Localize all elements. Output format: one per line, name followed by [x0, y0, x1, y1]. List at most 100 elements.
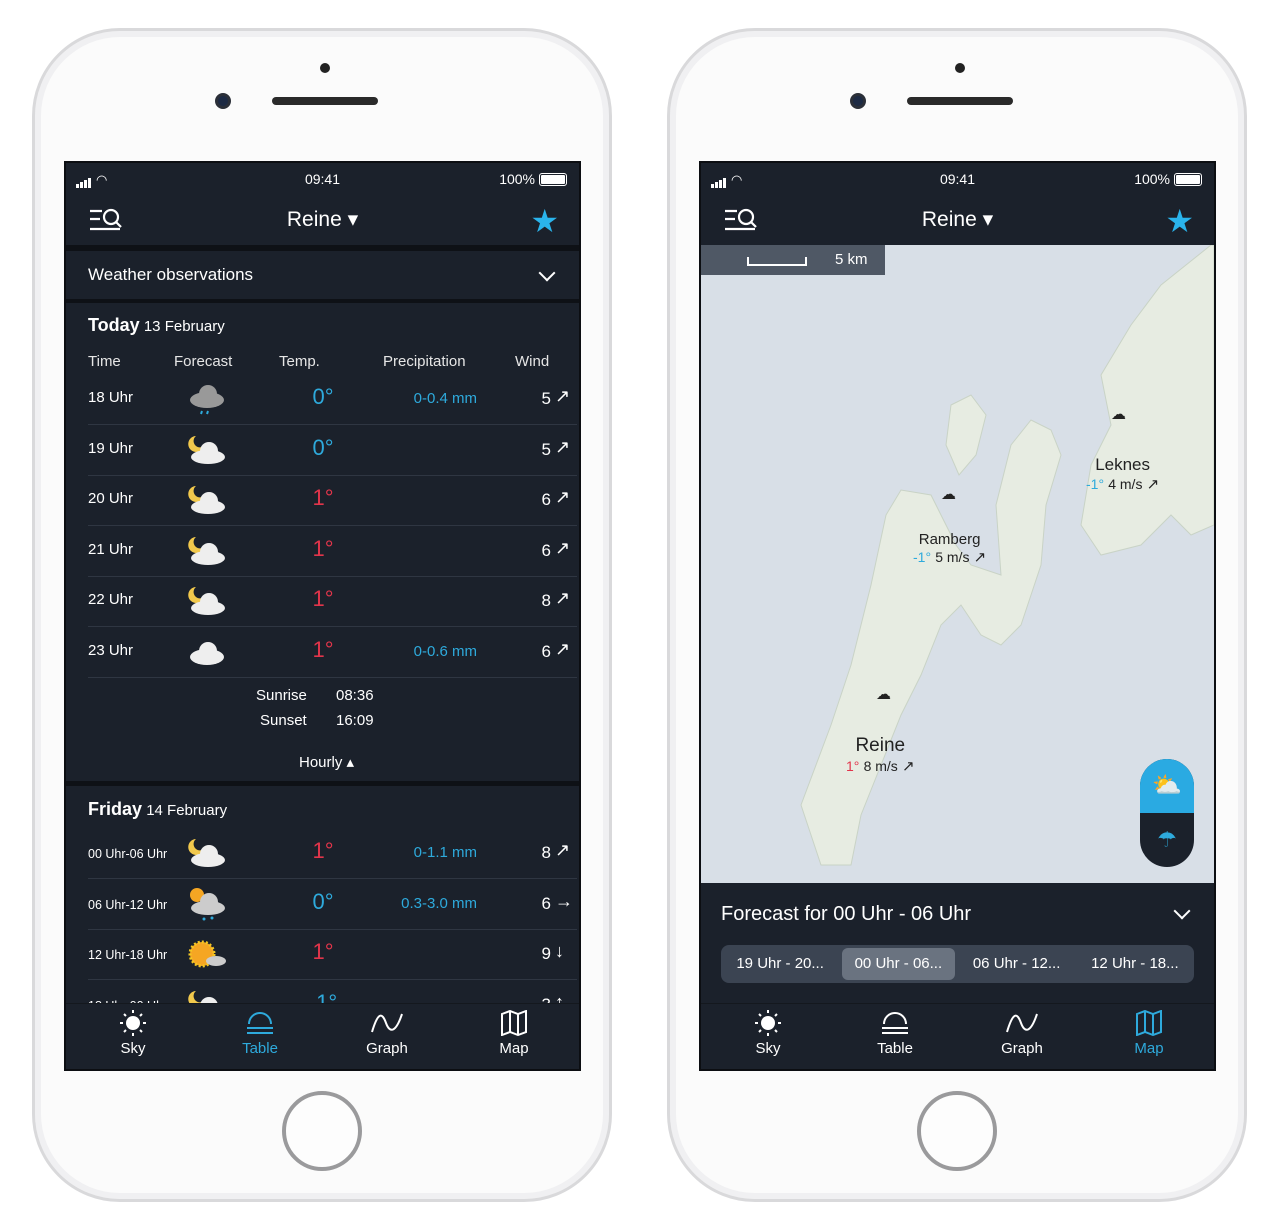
time-segment-control: 19 Uhr - 20... 00 Uhr - 06... 06 Uhr - 12.… — [721, 945, 1194, 983]
hourly-toggle[interactable]: Hourly ▴ — [299, 753, 354, 771]
time-segment[interactable]: 00 Uhr - 06... — [842, 948, 955, 980]
col-precipitation: Precipitation — [383, 353, 466, 370]
rain-cloud-icon — [186, 381, 226, 417]
wind-arrow-icon: ↗ — [555, 386, 571, 406]
time-segment[interactable]: 19 Uhr - 20... — [724, 948, 836, 980]
row-time: 21 Uhr — [88, 540, 134, 558]
row-temp: 1° — [312, 535, 334, 561]
forecast-row[interactable]: 18 Uhr 0° 0-0.4 mm 5 ↗ — [88, 375, 577, 425]
tab-map[interactable]: Map — [469, 1010, 559, 1057]
location-selector[interactable]: Reine ▾ — [66, 207, 579, 232]
row-temp: 1° — [312, 939, 334, 964]
status-bar: ◠ 09:41 100% — [701, 163, 1214, 195]
sunrise-label: Sunrise — [256, 687, 307, 704]
time-segment[interactable]: 12 Uhr - 18... — [1079, 948, 1191, 980]
row-wind: 6 — [541, 540, 551, 560]
col-forecast: Forecast — [174, 353, 233, 370]
row-temp: 1° — [312, 485, 334, 510]
sun-icon — [723, 1010, 813, 1036]
row-precipitation: 0-1.1 mm — [413, 844, 477, 861]
forecast-row[interactable]: 00 Uhr-06 Uhr 1° 0-1.1 mm 8 ↗ — [88, 829, 577, 879]
time-segment[interactable]: 06 Uhr - 12... — [961, 948, 1073, 980]
row-time: 23 Uhr — [88, 641, 134, 659]
graph-icon — [342, 1010, 432, 1036]
weather-observations-toggle[interactable]: Weather observations — [66, 251, 579, 299]
row-time: 20 Uhr — [88, 490, 134, 507]
star-icon[interactable]: ★ — [1165, 202, 1194, 240]
map-scale: 5 km — [701, 245, 885, 275]
row-temp: 1° — [312, 586, 334, 611]
divider — [66, 299, 579, 303]
star-icon[interactable]: ★ — [530, 202, 559, 240]
umbrella-layer-button[interactable]: ☂ — [1140, 813, 1194, 867]
home-button[interactable] — [282, 1091, 362, 1171]
table-icon — [850, 1010, 940, 1036]
forecast-row[interactable]: 12 Uhr-18 Uhr 1° 9 ↓ — [88, 930, 577, 980]
map-screen: ◠ 09:41 100% Reine ▾ ★ 5 km ☁ Leknes -1° … — [699, 161, 1216, 1071]
tab-sky[interactable]: Sky — [723, 1010, 813, 1057]
speaker — [907, 97, 1013, 105]
row-wind: 6 — [541, 893, 551, 913]
place-ramberg[interactable]: Ramberg -1° 5 m/s ↗ — [913, 531, 986, 566]
tab-label: Map — [1134, 1040, 1164, 1057]
speaker — [272, 97, 378, 105]
day-heading-today: Today 13 February — [88, 315, 225, 335]
forecast-row[interactable]: 20 Uhr 1° 6 ↗ — [88, 476, 577, 526]
tab-map[interactable]: Map — [1104, 1010, 1194, 1057]
tab-label: Graph — [1001, 1040, 1043, 1057]
row-time: 12 Uhr-18 Uhr — [88, 948, 168, 962]
forecast-row[interactable]: 21 Uhr 1° 6 ↗ — [88, 527, 577, 577]
row-time: 00 Uhr-06 Uhr — [88, 847, 168, 861]
forecast-row[interactable]: 19 Uhr 0° 5 ↗ — [88, 426, 577, 476]
tab-table[interactable]: Table — [215, 1010, 305, 1057]
map-view[interactable]: 5 km ☁ Leknes -1° 4 m/s ↗ ☁ Ramberg -1° 5 … — [701, 245, 1214, 883]
row-wind: 6 — [541, 490, 551, 509]
tab-sky[interactable]: Sky — [88, 1010, 178, 1057]
tab-label: Graph — [366, 1040, 408, 1057]
row-temp: 1° — [312, 636, 334, 662]
divider — [66, 781, 579, 786]
weather-layer-button[interactable]: ⛅ — [1140, 759, 1194, 813]
battery-percent: 100% — [499, 171, 535, 187]
location-selector[interactable]: Reine ▾ — [701, 207, 1214, 232]
row-time: 22 Uhr — [88, 591, 134, 608]
place-leknes[interactable]: Leknes -1° 4 m/s ↗ — [1086, 455, 1159, 493]
place-reine[interactable]: Reine 1° 8 m/s ↗ — [846, 735, 915, 775]
row-wind: 8 — [541, 591, 551, 610]
layer-toggle[interactable]: ⛅ ☂ — [1140, 759, 1194, 867]
proximity-sensor — [955, 63, 965, 73]
forecast-row[interactable]: 23 Uhr 1° 0-0.6 mm 6 ↗ — [88, 628, 577, 678]
col-temp: Temp. — [279, 353, 320, 370]
app-header: Reine ▾ ★ — [66, 195, 579, 245]
row-temp: 1° — [312, 838, 334, 863]
col-time: Time — [88, 353, 121, 370]
phone-right: ◠ 09:41 100% Reine ▾ ★ 5 km ☁ Leknes -1° … — [667, 28, 1247, 1202]
tab-graph[interactable]: Graph — [977, 1010, 1067, 1057]
row-temp: 0° — [312, 434, 334, 460]
tab-label: Sky — [755, 1040, 781, 1057]
wind-arrow-icon: ↓ — [555, 941, 564, 961]
tab-graph[interactable]: Graph — [342, 1010, 432, 1057]
forecast-row[interactable]: 22 Uhr 1° 8 ↗ — [88, 577, 577, 627]
phone-left: ◠ 09:41 100% Reine ▾ ★ Weather observati… — [32, 28, 612, 1202]
battery-icon — [1174, 172, 1202, 186]
moon-cloud-icon — [186, 482, 226, 518]
sun-rain-cloud-icon — [186, 886, 226, 922]
home-button[interactable] — [917, 1091, 997, 1171]
map-land — [800, 245, 1214, 866]
row-precipitation: 0.3-3.0 mm — [401, 894, 477, 912]
tab-label: Table — [877, 1040, 913, 1057]
tab-label: Sky — [120, 1040, 146, 1057]
tab-table[interactable]: Table — [850, 1010, 940, 1057]
forecast-title: Forecast for 00 Uhr - 06 Uhr — [721, 903, 972, 925]
wind-arrow-icon: ↗ — [555, 840, 571, 860]
proximity-sensor — [320, 63, 330, 73]
forecast-row[interactable]: 06 Uhr-12 Uhr 0° 0.3-3.0 mm 6 → — [88, 880, 577, 930]
row-wind: 9 — [541, 944, 551, 963]
observations-label: Weather observations — [88, 265, 254, 284]
tab-bar: Sky Table Graph Map — [66, 1003, 579, 1069]
map-icon — [469, 1010, 559, 1036]
sunset-label: Sunset — [260, 712, 307, 729]
row-precipitation: 0-0.4 mm — [413, 390, 477, 407]
chevron-down-icon[interactable] — [1173, 902, 1191, 920]
